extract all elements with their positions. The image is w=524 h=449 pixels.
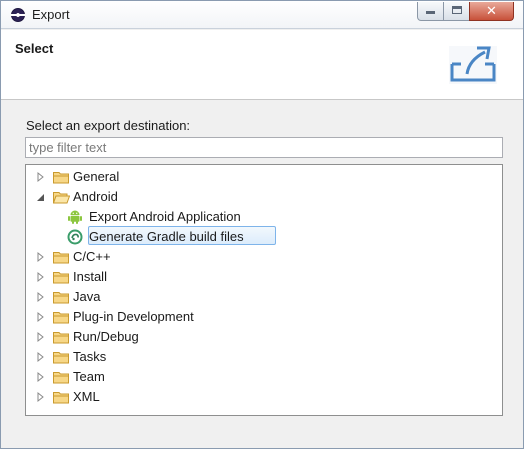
expand-arrow-icon[interactable] [36,331,46,343]
tree-item-run-debug[interactable]: Run/Debug [36,328,256,346]
tree-item-label: Generate Gradle build files [89,229,244,244]
wizard-body: Select an export destination: General An… [1,101,523,448]
close-button[interactable]: ✕ [469,2,514,21]
page-title: Select [15,41,54,56]
tree-item-install[interactable]: Install [36,268,256,286]
tree-item-label: Android [73,189,118,204]
maximize-icon [451,6,462,14]
minimize-icon [426,11,435,14]
tree-item-label: Plug-in Development [73,309,194,324]
minimize-button[interactable] [417,2,444,21]
filter-input[interactable] [25,137,503,158]
eclipse-icon [11,8,25,22]
folder-icon [53,312,69,324]
tree-item-label: Export Android Application [89,209,241,224]
tree-item-tasks[interactable]: Tasks [36,348,256,366]
expand-arrow-icon[interactable] [36,291,46,303]
export-wizard-icon [449,46,497,84]
expand-arrow-icon[interactable] [36,251,46,263]
expand-arrow-icon[interactable] [36,311,46,323]
tree-item-label: Tasks [73,349,107,364]
expand-arrow-icon[interactable] [36,391,46,403]
destination-tree[interactable]: General Android Export Android Applicati… [25,164,503,416]
folder-icon [53,272,69,284]
wizard-header: Select [1,30,523,100]
tree-item-label: XML [73,389,100,404]
tree-item-xml[interactable]: XML [36,388,256,406]
expand-arrow-icon[interactable] [36,371,46,383]
collapse-arrow-icon[interactable] [36,191,46,203]
folder-icon [53,252,69,264]
folder-icon [53,172,69,184]
title-bar[interactable]: Export ✕ [1,1,523,29]
folder-icon [53,352,69,364]
folder-open-icon [53,192,70,204]
window-title: Export [32,7,70,22]
tree-item-label: Java [73,289,101,304]
tree-item-team[interactable]: Team [36,368,256,386]
expand-arrow-icon[interactable] [36,171,46,183]
folder-icon [53,372,69,384]
gradle-icon [67,229,83,245]
tree-item-android[interactable]: Android [36,188,236,206]
tree-item-java[interactable]: Java [36,288,256,306]
tree-item-generate-gradle-build-files[interactable]: Generate Gradle build files [67,228,267,246]
tree-item-label: C/C++ [73,249,111,264]
tree-item-label: Run/Debug [73,329,139,344]
folder-icon [53,332,69,344]
expand-arrow-icon[interactable] [36,351,46,363]
export-dialog: Export ✕ Select Select an export destina… [0,0,524,449]
tree-item-label: General [73,169,120,184]
tree-item-label: Team [73,369,105,384]
folder-icon [53,392,69,404]
expand-arrow-icon[interactable] [36,271,46,283]
folder-icon [53,292,69,304]
tree-item-export-android-application[interactable]: Export Android Application [67,208,267,226]
android-icon [68,210,82,224]
maximize-button[interactable] [443,2,470,21]
tree-item-plug-in-development[interactable]: Plug-in Development [36,308,256,326]
close-icon: ✕ [486,3,497,18]
tree-item-label: Install [73,269,107,284]
tree-item-general[interactable]: General [36,168,236,186]
tree-item-c-c[interactable]: C/C++ [36,248,256,266]
export-destination-label: Select an export destination: [26,118,191,133]
